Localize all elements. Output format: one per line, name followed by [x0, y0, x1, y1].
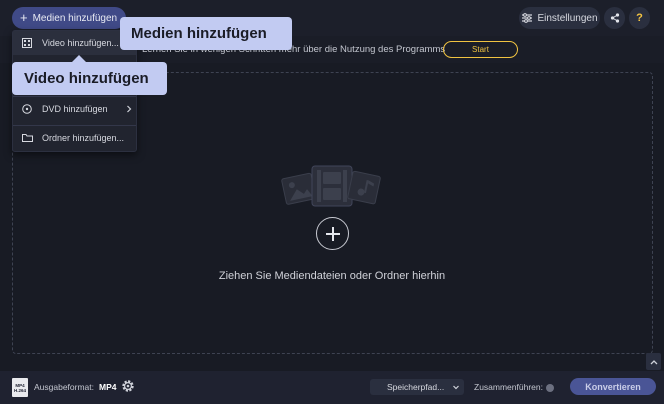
disc-icon — [22, 104, 32, 114]
merge-label: Zusammenführen: — [474, 382, 543, 392]
menu-item-add-dvd[interactable]: DVD hinzufügen — [13, 97, 136, 121]
chevron-up-icon — [650, 359, 657, 364]
film-icon — [22, 38, 32, 48]
chevron-down-icon — [453, 385, 459, 390]
chevron-right-icon — [127, 105, 132, 113]
save-path-label: Speicherpfad... — [387, 382, 445, 392]
tooltip-pointer — [72, 55, 86, 62]
start-label: Start — [472, 45, 489, 54]
add-media-label: Medien hinzufügen — [32, 12, 118, 24]
help-icon: ? — [636, 12, 643, 24]
menu-item-label: DVD hinzufügen — [42, 104, 108, 114]
tooltip-add-media: Medien hinzufügen — [120, 17, 292, 50]
plus-icon — [325, 226, 340, 241]
menu-item-add-video[interactable]: Video hinzufügen... — [13, 31, 136, 55]
scroll-up-button[interactable] — [646, 353, 661, 370]
tooltip-add-video: Video hinzufügen — [12, 55, 167, 95]
folder-icon — [22, 134, 33, 142]
share-icon — [610, 13, 619, 23]
output-format-value[interactable]: MP4 — [99, 382, 116, 392]
menu-item-label: Ordner hinzufügen... — [42, 133, 125, 143]
add-files-button[interactable] — [316, 217, 349, 250]
output-format-label: Ausgabeformat: — [34, 382, 95, 392]
share-button[interactable] — [604, 7, 625, 29]
convert-label: Konvertieren — [585, 381, 641, 392]
plus-icon: + — [20, 10, 28, 25]
format-icon-bottom: H.264 — [13, 387, 26, 393]
gear-icon[interactable] — [121, 379, 135, 393]
save-path-dropdown[interactable]: Speicherpfad... — [370, 379, 464, 395]
merge-toggle[interactable] — [546, 384, 554, 392]
tooltip-text: Medien hinzufügen — [131, 25, 267, 42]
output-format-icon[interactable]: MP4 H.264 — [12, 378, 28, 397]
settings-label: Einstellungen — [537, 12, 598, 24]
settings-button[interactable]: Einstellungen — [519, 7, 600, 29]
drop-hint-text: Ziehen Sie Mediendateien oder Ordner hie… — [218, 270, 446, 282]
tooltip-text: Video hinzufügen — [24, 70, 149, 87]
help-button[interactable]: ? — [629, 7, 650, 29]
media-files-illustration — [281, 165, 381, 207]
convert-button[interactable]: Konvertieren — [570, 378, 656, 395]
add-media-button[interactable]: + Medien hinzufügen — [12, 7, 127, 29]
menu-item-label: Video hinzufügen... — [42, 38, 119, 48]
sliders-icon — [522, 13, 533, 23]
menu-item-add-folder[interactable]: Ordner hinzufügen... — [13, 126, 136, 150]
start-tutorial-button[interactable]: Start — [443, 41, 518, 58]
